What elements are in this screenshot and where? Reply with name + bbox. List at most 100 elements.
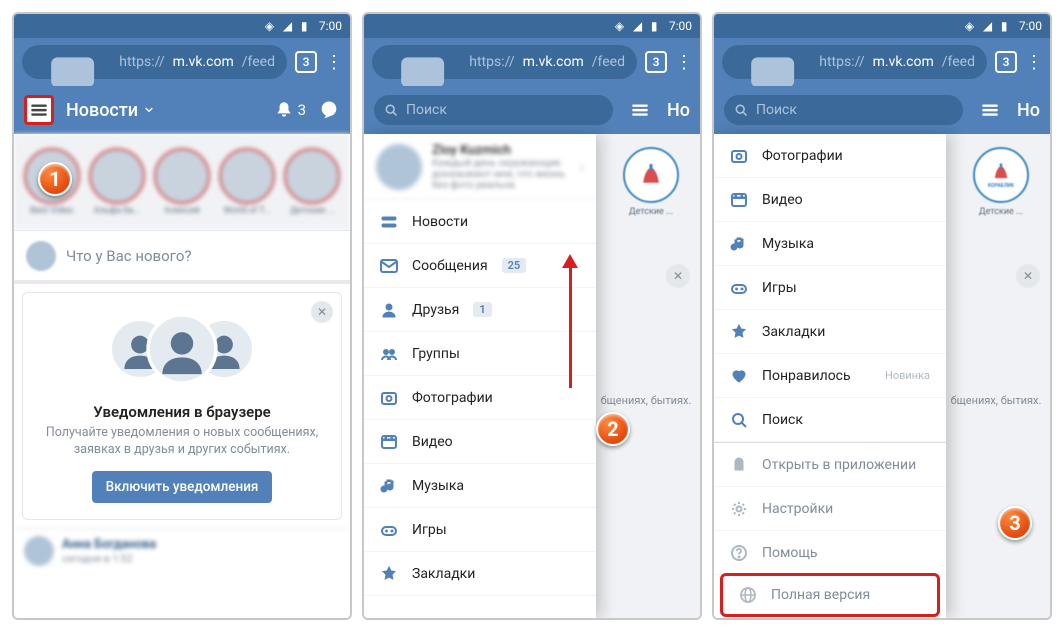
search-input[interactable]: Поиск — [724, 95, 963, 125]
menu-item-label: Фотографии — [412, 390, 493, 406]
post-composer[interactable]: Что у Вас нового? — [14, 230, 350, 284]
video-icon — [380, 433, 398, 451]
composer-placeholder: Что у Вас нового? — [66, 247, 191, 265]
tag-new: Новинка — [885, 369, 930, 382]
profile-cell[interactable]: Zloy KuzmichКаждый день окружающие доказ… — [364, 134, 596, 200]
card-hero — [39, 305, 325, 393]
search-input[interactable]: Поиск — [374, 95, 613, 125]
story-item: Альфа ба... — [87, 148, 146, 216]
menu-item-search[interactable]: Поиск — [714, 398, 946, 442]
feed-item[interactable]: Анна Богданова сегодня в 1:52 — [14, 528, 350, 574]
menu-item-label: Игры — [762, 280, 797, 296]
friends-icon — [380, 301, 398, 319]
story-item[interactable]: КОРАБЛИКДетские ... — [970, 134, 1052, 230]
menu-item-video[interactable]: Видео — [364, 420, 596, 464]
menu-item-gear[interactable]: Настройки — [714, 487, 946, 531]
bookmarks-icon — [380, 565, 398, 583]
menu-item-video[interactable]: Видео — [714, 178, 946, 222]
url-pill[interactable]: https://m.vk.com/feed — [22, 45, 287, 79]
hamburger-icon[interactable] — [625, 95, 655, 125]
bubble-icon — [318, 99, 340, 121]
menu-item-label: Видео — [412, 434, 453, 450]
menu-item-games[interactable]: Игры — [714, 266, 946, 310]
tabs-button[interactable]: 3 — [295, 51, 317, 73]
vk-header: Новости 3 — [14, 86, 350, 134]
menu-item-label: Понравилось — [762, 368, 851, 384]
menu-item-bookmarks[interactable]: Закладки — [714, 310, 946, 354]
menu-item-label: Полная версия — [771, 587, 870, 603]
annotation-step-2: 2 — [596, 412, 630, 446]
menu-item-music[interactable]: Музыка — [364, 464, 596, 508]
tabs-button[interactable]: 3 — [645, 51, 667, 73]
browser-menu-icon[interactable]: ⋮ — [1025, 52, 1042, 73]
msg-icon — [380, 257, 398, 275]
main-menu-drawer: Фотографии Видео Музыка Игры Закладки По… — [714, 134, 946, 618]
music-icon — [380, 477, 398, 495]
page-title-peek: Но — [1017, 100, 1040, 121]
menu-item-label: Группы — [412, 346, 460, 362]
card-title: Уведомления в браузере — [39, 403, 325, 421]
dimmed-backdrop: КОРАБЛИКДетские ... ✕ бщениях, бытиях. — [946, 134, 1050, 618]
menu-item-globe[interactable]: Полная версия — [720, 573, 940, 617]
enable-notifications-button[interactable]: Включить уведомления — [92, 471, 273, 503]
notification-card: ✕ Уведомления в браузере Получайте уведо… — [22, 292, 342, 520]
menu-item-help[interactable]: Помощь — [714, 531, 946, 575]
music-icon — [730, 235, 748, 253]
menu-item-power[interactable]: Выход — [714, 617, 946, 618]
avatar — [24, 536, 54, 566]
menu-item-label: Открыть в приложении — [762, 457, 916, 473]
menu-item-label: Музыка — [412, 478, 464, 494]
help-icon — [730, 544, 748, 562]
messages-button[interactable] — [318, 99, 340, 121]
tabs-button[interactable]: 3 — [995, 51, 1017, 73]
menu-item-label: Настройки — [762, 501, 833, 517]
menu-item-label: Закладки — [412, 566, 475, 582]
bell-icon — [274, 100, 294, 120]
annotation-arrow — [562, 254, 578, 388]
menu-item-label: Закладки — [762, 324, 825, 340]
signal-icon: ◢ — [283, 19, 297, 33]
screenshot-1: ◈ ◢ ▮ 7:00 https://m.vk.com/feed 3 ⋮ Нов… — [12, 12, 352, 620]
screenshot-2: ◈◢▮ 7:00 https://m.vk.com/feed 3 ⋮ Поиск… — [362, 12, 702, 620]
photos-icon — [380, 389, 398, 407]
story-item: Алексей — [152, 148, 211, 216]
menu-item-label: Музыка — [762, 236, 814, 252]
page-title[interactable]: Новости — [66, 100, 155, 121]
menu-item-like[interactable]: Понравилось Новинка — [714, 354, 946, 398]
close-icon[interactable]: ✕ — [1016, 264, 1040, 288]
close-icon[interactable]: ✕ — [666, 264, 690, 288]
avatar — [376, 144, 422, 190]
menu-item-android[interactable]: Открыть в приложении — [714, 443, 946, 487]
search-icon — [384, 103, 398, 117]
close-icon[interactable]: ✕ — [311, 301, 333, 323]
hamburger-icon[interactable] — [24, 95, 54, 125]
browser-url-bar[interactable]: https://m.vk.com/feed 3 ⋮ — [14, 38, 350, 86]
menu-item-news[interactable]: Новости — [364, 200, 596, 244]
video-icon — [730, 191, 748, 209]
browser-url-bar[interactable]: https://m.vk.com/feed 3 ⋮ — [364, 38, 700, 86]
annotation-step-1: 1 — [38, 162, 72, 196]
groups-icon — [380, 345, 398, 363]
badge: 25 — [502, 258, 527, 273]
hamburger-icon[interactable] — [975, 95, 1005, 125]
menu-item-label: Игры — [412, 522, 447, 538]
avatar — [26, 241, 56, 271]
gear-icon — [730, 500, 748, 518]
like-icon — [730, 367, 748, 385]
chevron-down-icon — [143, 104, 155, 116]
menu-item-bookmarks[interactable]: Закладки — [364, 552, 596, 596]
browser-menu-icon[interactable]: ⋮ — [675, 52, 692, 73]
menu-item-label: Видео — [762, 192, 803, 208]
story-item[interactable]: Детские ... — [620, 134, 702, 230]
status-time: 7:00 — [319, 19, 342, 33]
browser-menu-icon[interactable]: ⋮ — [325, 52, 342, 73]
menu-item-photos[interactable]: Фотографии — [714, 134, 946, 178]
games-icon — [730, 279, 748, 297]
news-icon — [380, 213, 398, 231]
menu-item-music[interactable]: Музыка — [714, 222, 946, 266]
notifications-button[interactable]: 3 — [274, 100, 306, 120]
browser-url-bar[interactable]: https://m.vk.com/feed 3 ⋮ — [714, 38, 1050, 86]
menu-item-games[interactable]: Игры — [364, 508, 596, 552]
games-icon — [380, 521, 398, 539]
photos-icon — [730, 147, 748, 165]
